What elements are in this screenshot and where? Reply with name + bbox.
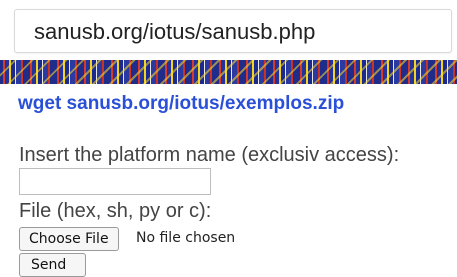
send-button[interactable]: Send	[19, 253, 86, 277]
address-bar[interactable]: sanusb.org/iotus/sanusb.php	[14, 9, 452, 53]
address-bar-url[interactable]: sanusb.org/iotus/sanusb.php	[34, 20, 315, 44]
file-type-label: File (hex, sh, py or c):	[19, 200, 212, 222]
platform-name-input[interactable]	[19, 168, 211, 195]
decorative-banner	[0, 60, 457, 84]
platform-name-label: Insert the platform name (exclusiv acces…	[19, 144, 400, 166]
download-examples-link[interactable]: wget sanusb.org/iotus/exemplos.zip	[18, 93, 344, 115]
file-status-text: No file chosen	[136, 230, 236, 246]
choose-file-button[interactable]: Choose File	[19, 227, 119, 251]
banner-pattern	[0, 60, 457, 84]
